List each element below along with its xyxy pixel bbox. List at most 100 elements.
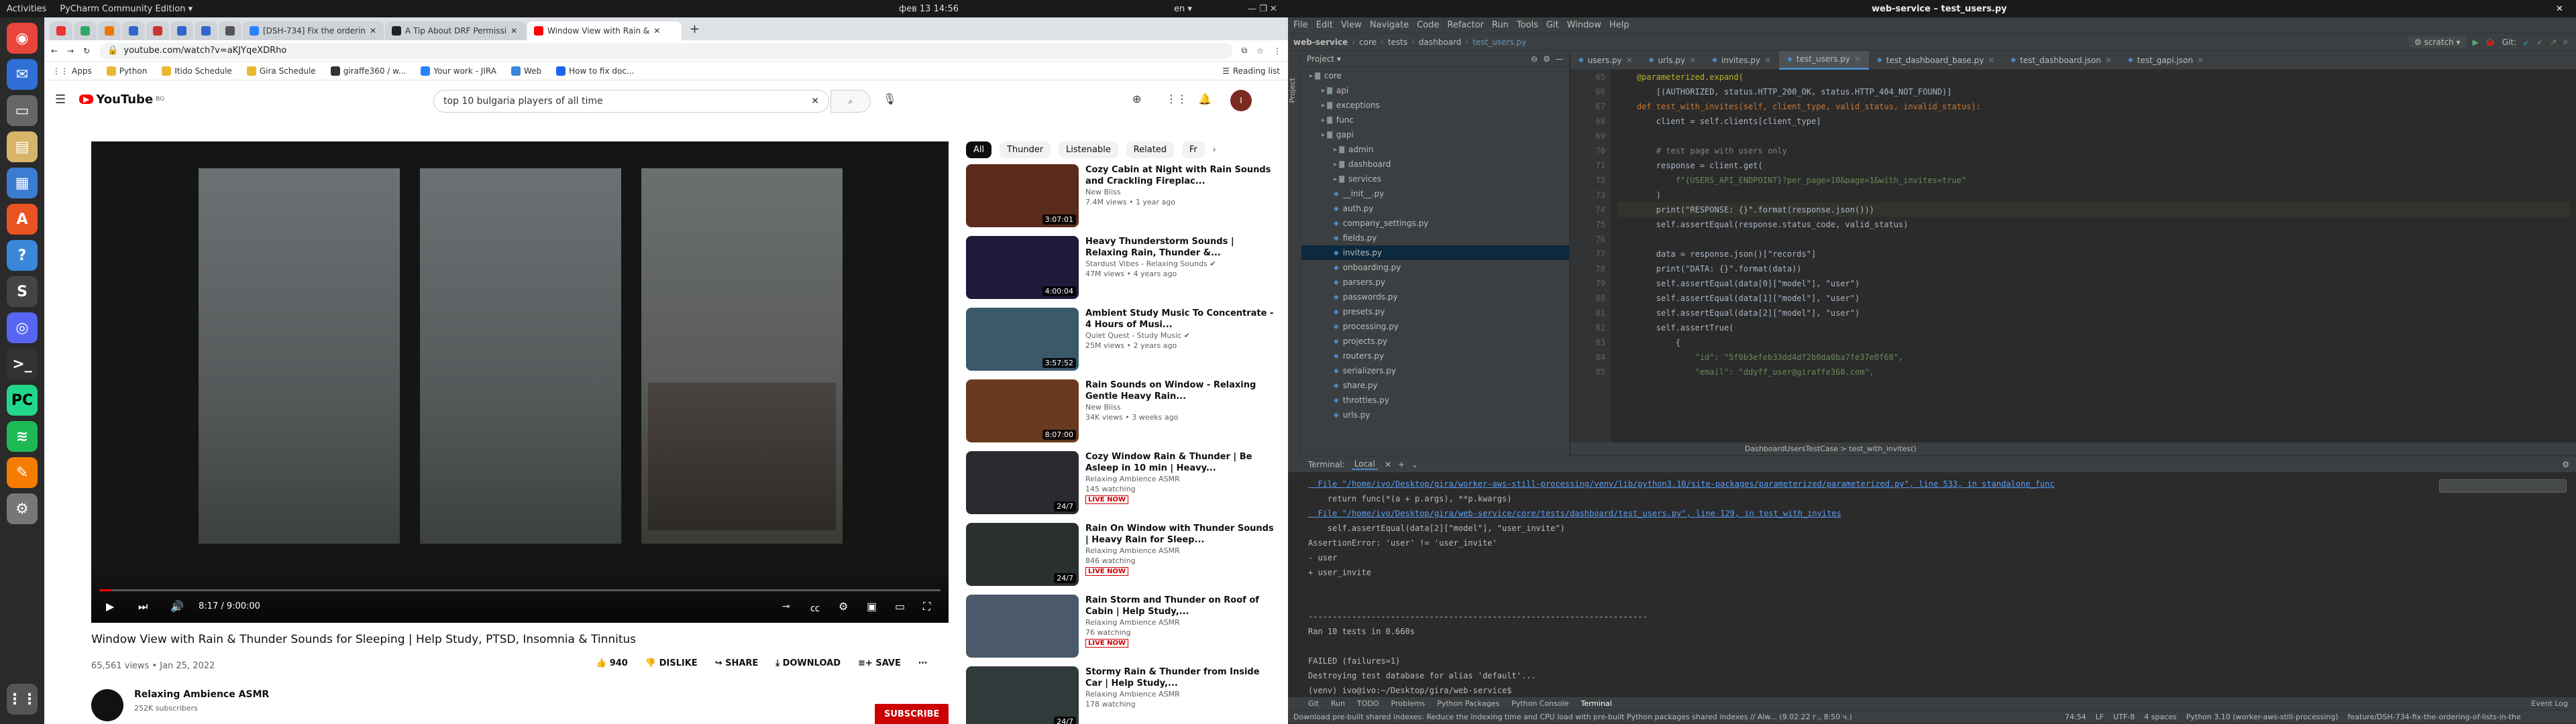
search-input[interactable]: top 10 bulgaria players of all time ✕ [433,90,829,113]
menu-icon[interactable]: ⋮ [1273,46,1281,56]
project-tool-tab[interactable]: Project [1288,78,1297,103]
clear-icon[interactable]: ✕ [811,96,819,107]
search-button[interactable]: ⌕ [830,90,871,113]
tree-item[interactable]: ▸ ▇ services [1301,172,1569,186]
help-icon[interactable]: ? [7,240,38,271]
extensions-icon[interactable]: ⧉ [1242,46,1248,56]
editor-breadcrumb[interactable]: DashboardUsersTestCase > test_with_invit… [1570,442,2576,456]
menu-git[interactable]: Git [1546,20,1559,30]
language-indicator[interactable]: en ▾ [1167,4,1199,14]
related-video-item[interactable]: 3:57:52 Ambient Study Music To Concentra… [966,308,1275,379]
tree-item[interactable]: ◆ share.py [1301,378,1569,393]
apps-grid-icon[interactable]: ⋮⋮ [7,684,38,715]
bookmark-web[interactable]: Web [511,66,541,76]
chevron-down-icon[interactable]: ⌄ [1411,460,1418,469]
close-icon[interactable]: ✕ [2549,4,2570,14]
code-line[interactable]: { [1617,335,2570,350]
menu-navigate[interactable]: Navigate [1370,20,1409,30]
related-title[interactable]: Ambient Study Music To Concentrate - 4 H… [1085,308,1275,330]
code-editor[interactable]: @parameterized.expand( [(AUTHORIZED, sta… [1617,70,2570,442]
editor-tab[interactable]: ◆ test_users.py ✕ [1779,50,1869,70]
related-channel[interactable]: Relaxing Ambience ASMR [1085,689,1275,699]
code-line[interactable]: "email": "ddyff_user@giraffe360.com", [1617,365,2570,379]
chip-listenable[interactable]: Listenable [1059,141,1118,158]
git-update-icon[interactable]: ↙ [2523,38,2530,47]
folder-icon[interactable]: ▤ [7,131,38,162]
subscribe-button[interactable]: SUBSCRIBE [875,704,949,724]
related-title[interactable]: Rain On Window with Thunder Sounds | Hea… [1085,523,1275,546]
forward-icon[interactable]: → [67,46,74,56]
bookmark-apps[interactable]: ⋮⋮ Apps [52,66,92,76]
tab-youtube[interactable]: Window View with Rain & ✕ [527,21,682,40]
git-commit-icon[interactable]: ✓ [2536,38,2543,47]
code-line[interactable]: # test page with users only [1617,143,2570,158]
tab-pinned-5[interactable] [146,21,169,40]
status-item[interactable]: feature/DSH-734-fix-the-ordering-of-list… [2348,713,2521,721]
tool-tab-run[interactable]: Run [1331,699,1345,708]
status-item[interactable]: Python 3.10 (worker-aws-still-processing… [2186,713,2339,721]
tab-pinned-4[interactable] [122,21,145,40]
volume-icon[interactable]: 🔊 [170,600,184,613]
menu-file[interactable]: File [1293,20,1308,30]
related-video-item[interactable]: 4:00:04 Heavy Thunderstorm Sounds | Rela… [966,236,1275,308]
play-icon[interactable]: ▶ [106,600,114,613]
slack-icon[interactable]: S [7,276,38,307]
tree-item[interactable]: ▸ ▇ core [1301,68,1569,83]
code-line[interactable]: print("RESPONSE: {}".format(response.jso… [1617,202,2570,217]
video-thumbnail[interactable]: 8:07:00 [966,379,1079,442]
video-thumbnail[interactable]: 4:00:04 [966,236,1079,299]
progress-bar[interactable] [99,589,941,591]
related-video-item[interactable]: 24/7 Rain On Window with Thunder Sounds … [966,523,1275,595]
close-icon[interactable]: ✕ [2197,56,2204,65]
tree-item[interactable]: ◆ presets.py [1301,304,1569,319]
channel-name[interactable]: Relaxing Ambience ASMR [134,689,269,700]
menu-code[interactable]: Code [1417,20,1439,30]
tree-item[interactable]: ◆ processing.py [1301,319,1569,334]
git-push-icon[interactable]: ↗ [2550,38,2557,47]
breadcrumb-tests[interactable]: tests [1388,38,1407,47]
apps-icon[interactable]: ⋮⋮ [1166,93,1187,105]
channel-avatar[interactable] [91,689,123,721]
discord-icon[interactable]: ◎ [7,312,38,343]
code-line[interactable]: self.assertEqual(response.status_code, v… [1617,217,2570,232]
tree-item[interactable]: ◆ urls.py [1301,408,1569,422]
theater-mode-icon[interactable]: ▭ [895,600,905,613]
tool-tab-terminal[interactable]: Terminal [1580,699,1612,708]
tab-jira[interactable]: [DSH-734] Fix the orderin ✕ [243,21,384,40]
bookmark-jira[interactable]: Your work - JIRA [421,66,496,76]
related-title[interactable]: Stormy Rain & Thunder from Inside Car | … [1085,666,1275,689]
related-video-item[interactable]: 3:07:01 Cozy Cabin at Night with Rain So… [966,164,1275,236]
tree-item[interactable]: ◆ passwords.py [1301,290,1569,304]
tree-item[interactable]: ◆ routers.py [1301,349,1569,363]
bookmark-gira[interactable]: Gira Schedule [246,66,316,76]
code-line[interactable]: self.assertEqual(data[1]["model"], "user… [1617,291,2570,306]
video-thumbnail[interactable]: 24/7 [966,451,1079,514]
close-icon[interactable]: ✕ [2105,56,2112,65]
collapse-icon[interactable]: ⊖ [1531,54,1538,64]
pycharm-icon[interactable]: PC [7,385,38,416]
bookmark-giraffe[interactable]: giraffe360 / w... [330,66,406,76]
editor-tab[interactable]: ◆ test_dashboard.json ✕ [2002,51,2120,70]
tool-tab-python-packages[interactable]: Python Packages [1437,699,1499,708]
menu-edit[interactable]: Edit [1316,20,1333,30]
code-line[interactable] [1617,232,2570,247]
status-item[interactable]: UTF-8 [2113,713,2135,721]
hide-icon[interactable]: — [1556,54,1564,64]
chip-thunder[interactable]: Thunder [999,141,1051,158]
breadcrumb-root[interactable]: web-service [1293,38,1348,47]
menu-tools[interactable]: Tools [1517,20,1538,30]
related-title[interactable]: Cozy Cabin at Night with Rain Sounds and… [1085,164,1275,187]
tree-item[interactable]: ◆ company_settings.py [1301,216,1569,231]
video-thumbnail[interactable]: 24/7 [966,666,1079,724]
related-channel[interactable]: Relaxing Ambience ASMR [1085,474,1275,484]
tree-item[interactable]: ◆ __init__.py [1301,186,1569,201]
notifications-icon[interactable]: 🔔 [1198,93,1212,105]
tool-tab-python-console[interactable]: Python Console [1511,699,1568,708]
video-thumbnail[interactable] [966,595,1079,658]
close-icon[interactable]: ✕ [1854,54,1861,64]
editor-tab[interactable]: ◆ users.py ✕ [1570,51,1641,70]
tab-pinned-1[interactable] [50,21,72,40]
code-line[interactable]: response = client.get( [1617,158,2570,173]
code-line[interactable]: ) [1617,188,2570,202]
code-line[interactable]: @parameterized.expand( [1617,70,2570,84]
